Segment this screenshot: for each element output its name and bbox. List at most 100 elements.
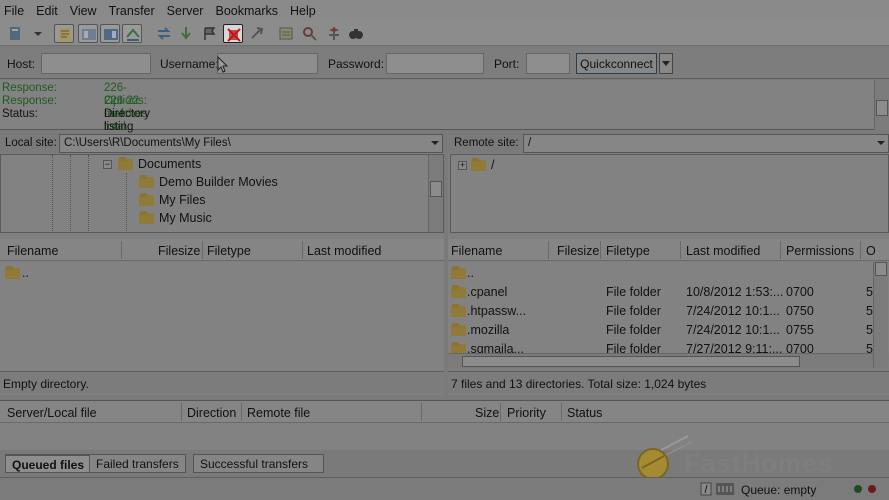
file-type: File folder xyxy=(606,285,661,299)
local-file-list: .. xyxy=(0,262,444,370)
port-input[interactable] xyxy=(526,53,570,74)
username-input[interactable] xyxy=(217,53,318,74)
toggle-queue-icon[interactable] xyxy=(122,24,142,43)
toggle-remote-tree-icon[interactable] xyxy=(100,24,120,43)
reconnect-icon[interactable] xyxy=(247,24,267,43)
site-manager-icon[interactable] xyxy=(6,24,26,43)
table-row[interactable]: .htpassw... File folder 7/24/2012 10:1... 0… xyxy=(448,301,889,320)
remote-file-scrollbar[interactable] xyxy=(873,262,888,368)
password-input[interactable] xyxy=(386,53,484,74)
remote-status: 7 files and 13 directories. Total size: … xyxy=(448,371,889,393)
remote-file-scrollbar-thumb[interactable] xyxy=(875,262,887,276)
tree-item-root[interactable]: + / xyxy=(458,158,494,172)
table-row[interactable]: .mozilla File folder 7/24/2012 10:1... 0755… xyxy=(448,320,889,339)
remote-horizontal-scrollbar[interactable] xyxy=(448,353,873,368)
col-direction[interactable]: Direction xyxy=(187,406,236,420)
tab-queued-files[interactable]: Queued files xyxy=(5,454,92,473)
col-filesize[interactable]: Filesize xyxy=(158,244,200,258)
col-filetype[interactable]: Filetype xyxy=(606,244,650,258)
menu-help[interactable]: Help xyxy=(290,4,316,18)
refresh-icon[interactable] xyxy=(154,24,174,43)
menu-view[interactable]: View xyxy=(70,4,97,18)
disconnect-icon[interactable] xyxy=(223,24,243,43)
table-row[interactable]: .sqmaila... File folder 7/27/2012 9:11:...… xyxy=(448,339,889,353)
folder-icon xyxy=(451,323,467,337)
col-size[interactable]: Size xyxy=(475,406,499,420)
log-scrollbar[interactable] xyxy=(874,80,889,130)
port-label: Port: xyxy=(494,57,520,71)
col-status[interactable]: Status xyxy=(567,406,602,420)
col-filename[interactable]: Filename xyxy=(451,244,502,258)
tree-item-demo-builder-movies[interactable]: Demo Builder Movies xyxy=(139,175,278,189)
menu-edit[interactable]: Edit xyxy=(36,4,58,18)
file-name: .sqmaila... xyxy=(467,342,524,353)
list-item[interactable]: .. xyxy=(0,263,444,282)
remote-horizontal-scrollbar-thumb[interactable] xyxy=(462,356,800,367)
process-queue-icon[interactable] xyxy=(176,24,196,43)
col-server-local-file[interactable]: Server/Local file xyxy=(7,406,97,420)
chevron-down-icon[interactable] xyxy=(430,139,440,147)
file-name: .htpassw... xyxy=(467,304,527,318)
toggle-log-icon[interactable] xyxy=(54,24,74,43)
folder-icon xyxy=(451,285,467,299)
directory-listing-filters-icon[interactable] xyxy=(276,24,296,43)
file-owner: 5 xyxy=(866,323,873,337)
col-owner[interactable]: O xyxy=(866,244,876,258)
menu-bookmarks[interactable]: Bookmarks xyxy=(215,4,278,18)
watermark-logo: FastHomes xyxy=(636,434,866,482)
remote-site-label: Remote site: xyxy=(454,137,519,149)
menu-transfer[interactable]: Transfer xyxy=(109,4,155,18)
toolbar xyxy=(0,21,889,46)
table-row[interactable]: .. xyxy=(448,263,889,282)
tree-item-my-files[interactable]: My Files xyxy=(139,193,206,207)
password-label: Password: xyxy=(328,57,385,71)
quickconnect-button[interactable]: Quickconnect xyxy=(576,53,657,74)
menu-file[interactable]: File xyxy=(4,4,24,18)
username-label: Username: xyxy=(160,57,219,71)
local-path-input[interactable]: C:\Users\R\Documents\My Files\ xyxy=(59,134,443,153)
menu-server[interactable]: Server xyxy=(167,4,204,18)
file-type: File folder xyxy=(606,323,661,337)
find-files-icon[interactable] xyxy=(346,24,366,43)
site-manager-dropdown-icon[interactable] xyxy=(28,24,42,43)
log-scrollbar-thumb[interactable] xyxy=(876,100,888,116)
col-filetype[interactable]: Filetype xyxy=(207,244,251,258)
host-input[interactable] xyxy=(41,53,151,74)
local-tree-scrollbar-thumb[interactable] xyxy=(430,181,442,197)
expand-icon[interactable]: + xyxy=(458,160,467,170)
file-name: .mozilla xyxy=(467,323,510,337)
col-filesize[interactable]: Filesize xyxy=(557,244,599,258)
folder-icon xyxy=(5,266,21,280)
file-permissions: 0700 xyxy=(786,342,814,353)
tab-successful-transfers[interactable]: Successful transfers xyxy=(193,454,324,473)
folder-icon xyxy=(139,175,155,189)
tree-item-my-music[interactable]: My Music xyxy=(139,211,212,225)
col-remote-file[interactable]: Remote file xyxy=(247,406,310,420)
col-priority[interactable]: Priority xyxy=(507,406,546,420)
file-modified: 7/24/2012 10:1... xyxy=(686,304,780,318)
tab-failed-transfers[interactable]: Failed transfers xyxy=(89,454,186,473)
local-tree-scrollbar[interactable] xyxy=(428,155,443,232)
folder-icon xyxy=(451,266,467,280)
compare-directories-icon[interactable] xyxy=(300,24,320,43)
file-name: .cpanel xyxy=(467,285,508,299)
remote-path-input[interactable]: / xyxy=(523,134,889,153)
synchronized-browsing-icon[interactable] xyxy=(324,24,344,43)
col-last-modified[interactable]: Last modified xyxy=(307,244,381,258)
chevron-down-icon[interactable] xyxy=(876,139,886,147)
cancel-operation-icon[interactable] xyxy=(200,24,220,43)
tree-item-label: My Files xyxy=(159,193,206,207)
col-last-modified[interactable]: Last modified xyxy=(686,244,760,258)
tree-item-label: Demo Builder Movies xyxy=(159,175,278,189)
collapse-icon[interactable]: − xyxy=(103,159,112,169)
col-filename[interactable]: Filename xyxy=(7,244,58,258)
tree-item-label: / xyxy=(491,158,495,172)
table-row[interactable]: .cpanel File folder 10/8/2012 1:53:... 0700… xyxy=(448,282,889,301)
menu-bar: File Edit View Transfer Server Bookmarks… xyxy=(0,0,889,21)
tree-item-documents[interactable]: − Documents xyxy=(103,157,201,171)
quickconnect-dropdown-button[interactable] xyxy=(659,53,673,74)
toggle-local-tree-icon[interactable] xyxy=(78,24,98,43)
col-permissions[interactable]: Permissions xyxy=(786,244,854,258)
filter-icon xyxy=(700,482,712,496)
local-site-label: Local site: xyxy=(5,137,57,149)
